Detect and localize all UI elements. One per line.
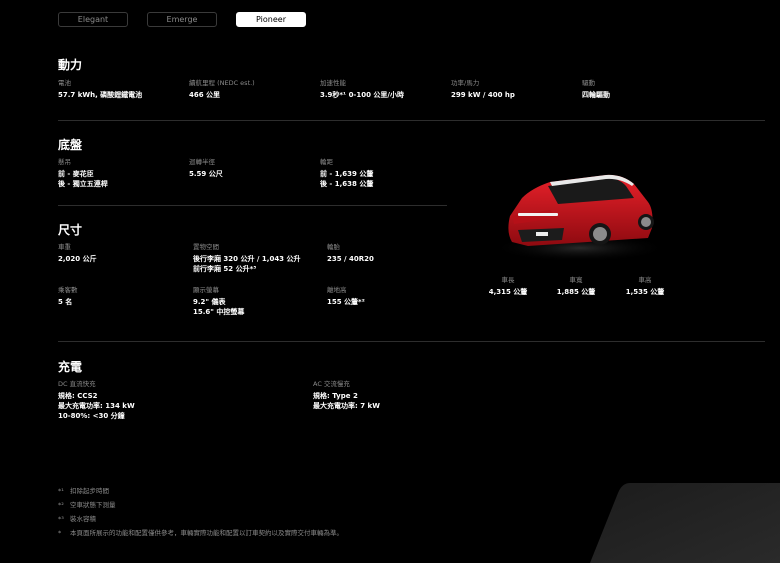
dimension-label: 車高 xyxy=(638,276,652,284)
spec-label: 驅動 xyxy=(582,79,595,87)
spec-label: 輪胎 xyxy=(327,243,340,251)
spec-label: DC 直流快充 xyxy=(58,380,96,388)
spec-turning-radius: 迴轉半徑 5.59 公尺 xyxy=(189,158,223,179)
spec-label: AC 交流慢充 xyxy=(313,380,350,388)
spec-value: 155 公釐*² xyxy=(327,298,365,306)
spec-value: 四輪驅動 xyxy=(582,91,610,99)
spec-label: 顯示螢幕 xyxy=(193,286,219,294)
dimension-height: 車高 1,535 公釐 xyxy=(615,276,675,297)
spec-value: 前 - 1,639 公釐 後 - 1,638 公釐 xyxy=(320,170,374,188)
trim-tabs: Elegant Emerge Pioneer xyxy=(58,12,306,27)
tab-pioneer[interactable]: Pioneer xyxy=(236,12,306,27)
spec-label: 乘客數 xyxy=(58,286,78,294)
dimension-value: 4,315 公釐 xyxy=(488,288,528,296)
divider xyxy=(58,341,765,342)
spec-storage: 置物空間 後行李廂 320 公升 / 1,043 公升 前行李廂 52 公升*³ xyxy=(193,243,301,274)
section-title-power: 動力 xyxy=(58,58,83,72)
section-title-charging: 充電 xyxy=(58,360,83,374)
divider xyxy=(58,120,765,121)
spec-dc-charging: DC 直流快充 規格: CCS2 最大充電功率: 134 kW 10-80%: … xyxy=(58,380,135,421)
spec-value: 299 kW / 400 hp xyxy=(451,91,515,99)
divider xyxy=(58,205,447,206)
spec-label: 車重 xyxy=(58,243,71,251)
spec-value: 5 名 xyxy=(58,298,73,306)
spec-label: 加速性能 xyxy=(320,79,346,87)
spec-weight: 車重 2,020 公斤 xyxy=(58,243,97,264)
spec-value: 57.7 kWh, 磷酸鋰鐵電池 xyxy=(58,91,143,99)
dimension-label: 車長 xyxy=(501,276,515,284)
spec-value: 後行李廂 320 公升 / 1,043 公升 前行李廂 52 公升*³ xyxy=(193,255,301,273)
spec-value: 規格: CCS2 最大充電功率: 134 kW 10-80%: <30 分鐘 xyxy=(58,392,135,420)
spec-drive: 驅動 四輪驅動 xyxy=(582,79,610,100)
spec-value: 前 - 麥花臣 後 - 獨立五連桿 xyxy=(58,170,108,188)
dimension-value: 1,885 公釐 xyxy=(556,288,596,296)
car-image xyxy=(492,174,668,262)
spec-label: 迴轉半徑 xyxy=(189,158,215,166)
dimension-value: 1,535 公釐 xyxy=(625,288,665,296)
footnote: *² 空車狀態下測量 xyxy=(58,501,116,509)
spec-suspension: 懸吊 前 - 麥花臣 後 - 獨立五連桿 xyxy=(58,158,108,189)
spec-label: 續航里程 (NEDC est.) xyxy=(189,79,255,87)
spec-battery: 電池 57.7 kWh, 磷酸鋰鐵電池 xyxy=(58,79,142,100)
spec-value: 2,020 公斤 xyxy=(58,255,97,263)
spec-label: 置物空間 xyxy=(193,243,219,251)
spec-value: 5.59 公尺 xyxy=(189,170,223,178)
section-title-chassis: 底盤 xyxy=(58,138,83,152)
spec-tires: 輪胎 235 / 40R20 xyxy=(327,243,374,264)
dimension-length: 車長 4,315 公釐 xyxy=(478,276,538,297)
tab-emerge[interactable]: Emerge xyxy=(147,12,217,27)
spec-value: 466 公里 xyxy=(189,91,221,99)
spec-ac-charging: AC 交流慢充 規格: Type 2 最大充電功率: 7 kW xyxy=(313,380,380,411)
spec-displays: 顯示螢幕 9.2" 儀表 15.6" 中控螢幕 xyxy=(193,286,244,317)
spec-value: 3.9秒*¹ 0-100 公里/小時 xyxy=(320,91,404,99)
spec-label: 離地高 xyxy=(327,286,347,294)
tab-elegant[interactable]: Elegant xyxy=(58,12,128,27)
spec-track: 輪距 前 - 1,639 公釐 後 - 1,638 公釐 xyxy=(320,158,373,189)
spec-label: 輪距 xyxy=(320,158,333,166)
spec-label: 電池 xyxy=(58,79,71,87)
spec-ground-clearance: 離地高 155 公釐*² xyxy=(327,286,365,307)
footnote: *³ 裝水容積 xyxy=(58,515,96,523)
spec-value: 9.2" 儀表 15.6" 中控螢幕 xyxy=(193,298,245,316)
decorative-corner-shape xyxy=(590,483,780,563)
spec-acceleration: 加速性能 3.9秒*¹ 0-100 公里/小時 xyxy=(320,79,404,100)
spec-range: 續航里程 (NEDC est.) 466 公里 xyxy=(189,79,255,100)
footnote: * 本頁面所展示的功能和配置僅供參考，車輛實際功能和配置以訂車契約以及實際交付車輛… xyxy=(58,529,343,537)
footnote: *¹ 扣除起步時間 xyxy=(58,487,109,495)
spec-label: 功率/馬力 xyxy=(451,79,480,87)
spec-value: 規格: Type 2 最大充電功率: 7 kW xyxy=(313,392,380,410)
spec-passengers: 乘客數 5 名 xyxy=(58,286,78,307)
spec-label: 懸吊 xyxy=(58,158,71,166)
dimension-label: 車寬 xyxy=(569,276,583,284)
section-title-size: 尺寸 xyxy=(58,223,83,237)
footnotes: *¹ 扣除起步時間 *² 空車狀態下測量 *³ 裝水容積 * 本頁面所展示的功能和配置僅… xyxy=(58,484,343,540)
spec-value: 235 / 40R20 xyxy=(327,255,374,263)
spec-power: 功率/馬力 299 kW / 400 hp xyxy=(451,79,515,100)
dimension-width: 車寬 1,885 公釐 xyxy=(546,276,606,297)
